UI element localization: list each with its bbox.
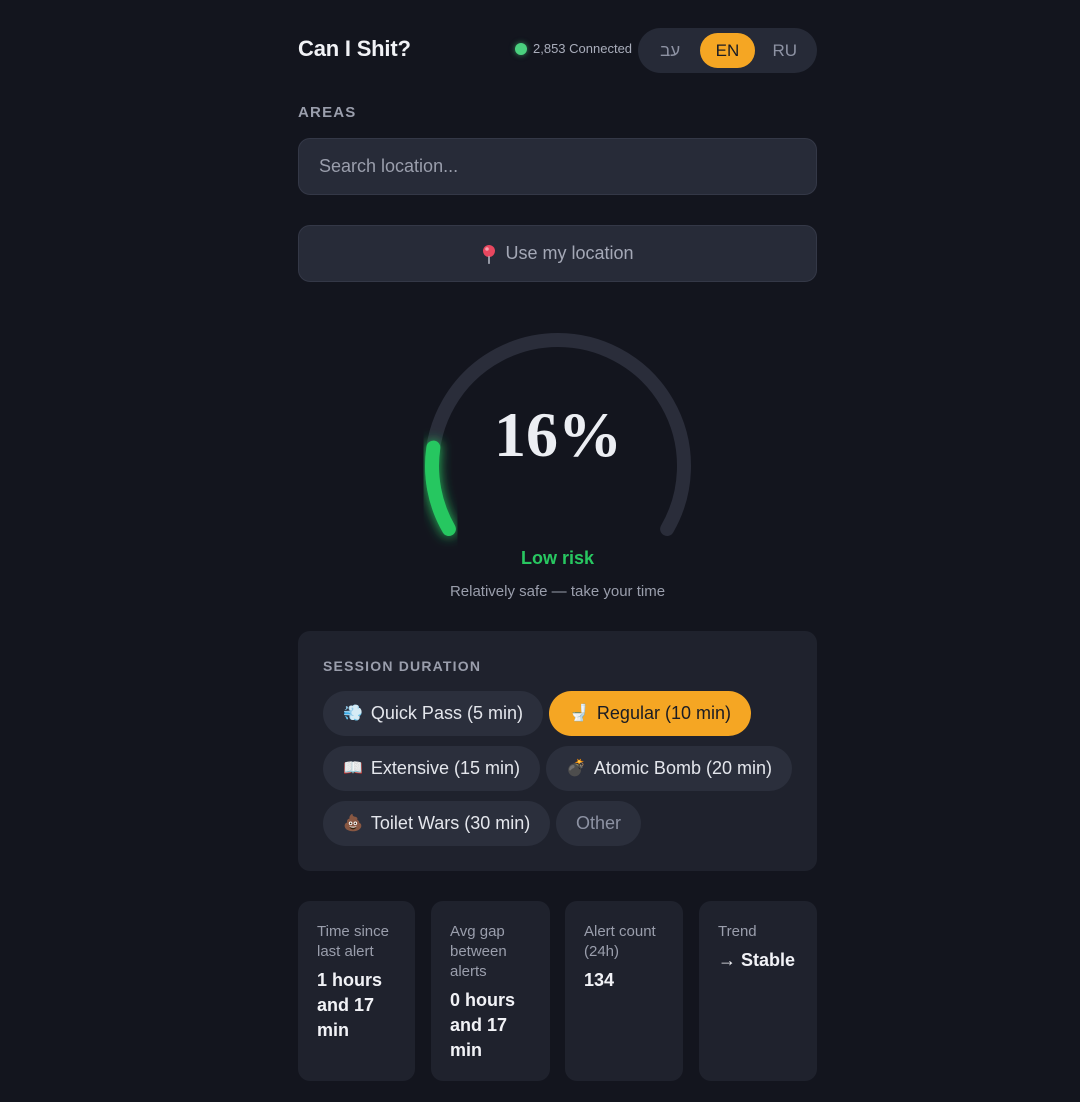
areas-label: AREAS bbox=[298, 104, 357, 121]
stat-card-alert-count: Alert count (24h) 134 bbox=[565, 901, 683, 1081]
toilet-icon: 🚽 bbox=[569, 704, 589, 722]
session-option-toilet-wars[interactable]: 💩 Toilet Wars (30 min) bbox=[323, 801, 551, 846]
stat-label: Alert count (24h) bbox=[584, 923, 656, 960]
lang-button-he[interactable]: עב bbox=[643, 33, 697, 68]
search-box bbox=[298, 138, 817, 195]
gauge-percentage: 16% bbox=[494, 399, 622, 470]
use-location-button[interactable]: Use my location bbox=[298, 225, 817, 282]
status-dot-icon bbox=[515, 42, 527, 55]
book-icon: 📖 bbox=[343, 759, 363, 777]
use-location-label: Use my location bbox=[505, 243, 634, 263]
stat-value: 134 bbox=[584, 970, 615, 990]
session-option-label: Extensive (15 min) bbox=[370, 758, 520, 778]
stat-value: → Stable bbox=[718, 950, 796, 970]
session-option-label: Toilet Wars (30 min) bbox=[370, 813, 531, 833]
app-container: Can I Shit? 2,853 Connected עב EN RU ARE… bbox=[298, 0, 817, 1102]
session-option-label: Regular (10 min) bbox=[596, 703, 731, 723]
risk-description: Relatively safe — take your time bbox=[449, 583, 666, 600]
app-title: Can I Shit? bbox=[298, 36, 411, 61]
session-option-other[interactable]: Other bbox=[556, 801, 642, 846]
session-option-label: Atomic Bomb (20 min) bbox=[593, 758, 772, 778]
stat-label: Avg gap between alerts bbox=[450, 923, 507, 980]
connected-status: 2,853 Connected bbox=[515, 41, 632, 56]
lang-button-en[interactable]: EN bbox=[700, 33, 755, 68]
stat-label: Trend bbox=[718, 923, 757, 940]
session-option-extensive[interactable]: 📖 Extensive (15 min) bbox=[323, 746, 540, 791]
risk-gauge: 16% bbox=[418, 326, 698, 541]
risk-level-label: Low risk bbox=[520, 548, 595, 568]
stat-label: Time since last alert bbox=[317, 923, 389, 960]
search-input[interactable] bbox=[319, 156, 796, 177]
connected-count: 2,853 Connected bbox=[533, 41, 633, 56]
session-option-regular[interactable]: 🚽 Regular (10 min) bbox=[549, 691, 751, 736]
bomb-icon: 💣 bbox=[566, 759, 586, 777]
dash-icon: 💨 bbox=[343, 704, 363, 722]
stat-card-time-since-alert: Time since last alert 1 hours and 17 min bbox=[298, 901, 415, 1081]
lang-button-ru[interactable]: RU bbox=[758, 33, 812, 68]
language-switcher: עב EN RU bbox=[638, 28, 817, 73]
session-option-quick-pass[interactable]: 💨 Quick Pass (5 min) bbox=[323, 691, 543, 736]
stat-value: 0 hours and 17 min bbox=[450, 990, 516, 1060]
stat-card-trend: Trend → Stable bbox=[699, 901, 817, 1081]
stat-value: 1 hours and 17 min bbox=[317, 970, 383, 1040]
pin-icon bbox=[481, 244, 497, 264]
session-option-label: Quick Pass (5 min) bbox=[370, 703, 523, 723]
session-option-label: Other bbox=[576, 813, 622, 833]
session-duration-title: SESSION DURATION bbox=[323, 658, 482, 674]
session-option-atomic-bomb[interactable]: 💣 Atomic Bomb (20 min) bbox=[546, 746, 792, 791]
session-duration-card: SESSION DURATION 💨 Quick Pass (5 min) 🚽 … bbox=[298, 631, 817, 871]
poop-icon: 💩 bbox=[343, 814, 363, 832]
stat-card-avg-gap: Avg gap between alerts 0 hours and 17 mi… bbox=[431, 901, 550, 1081]
